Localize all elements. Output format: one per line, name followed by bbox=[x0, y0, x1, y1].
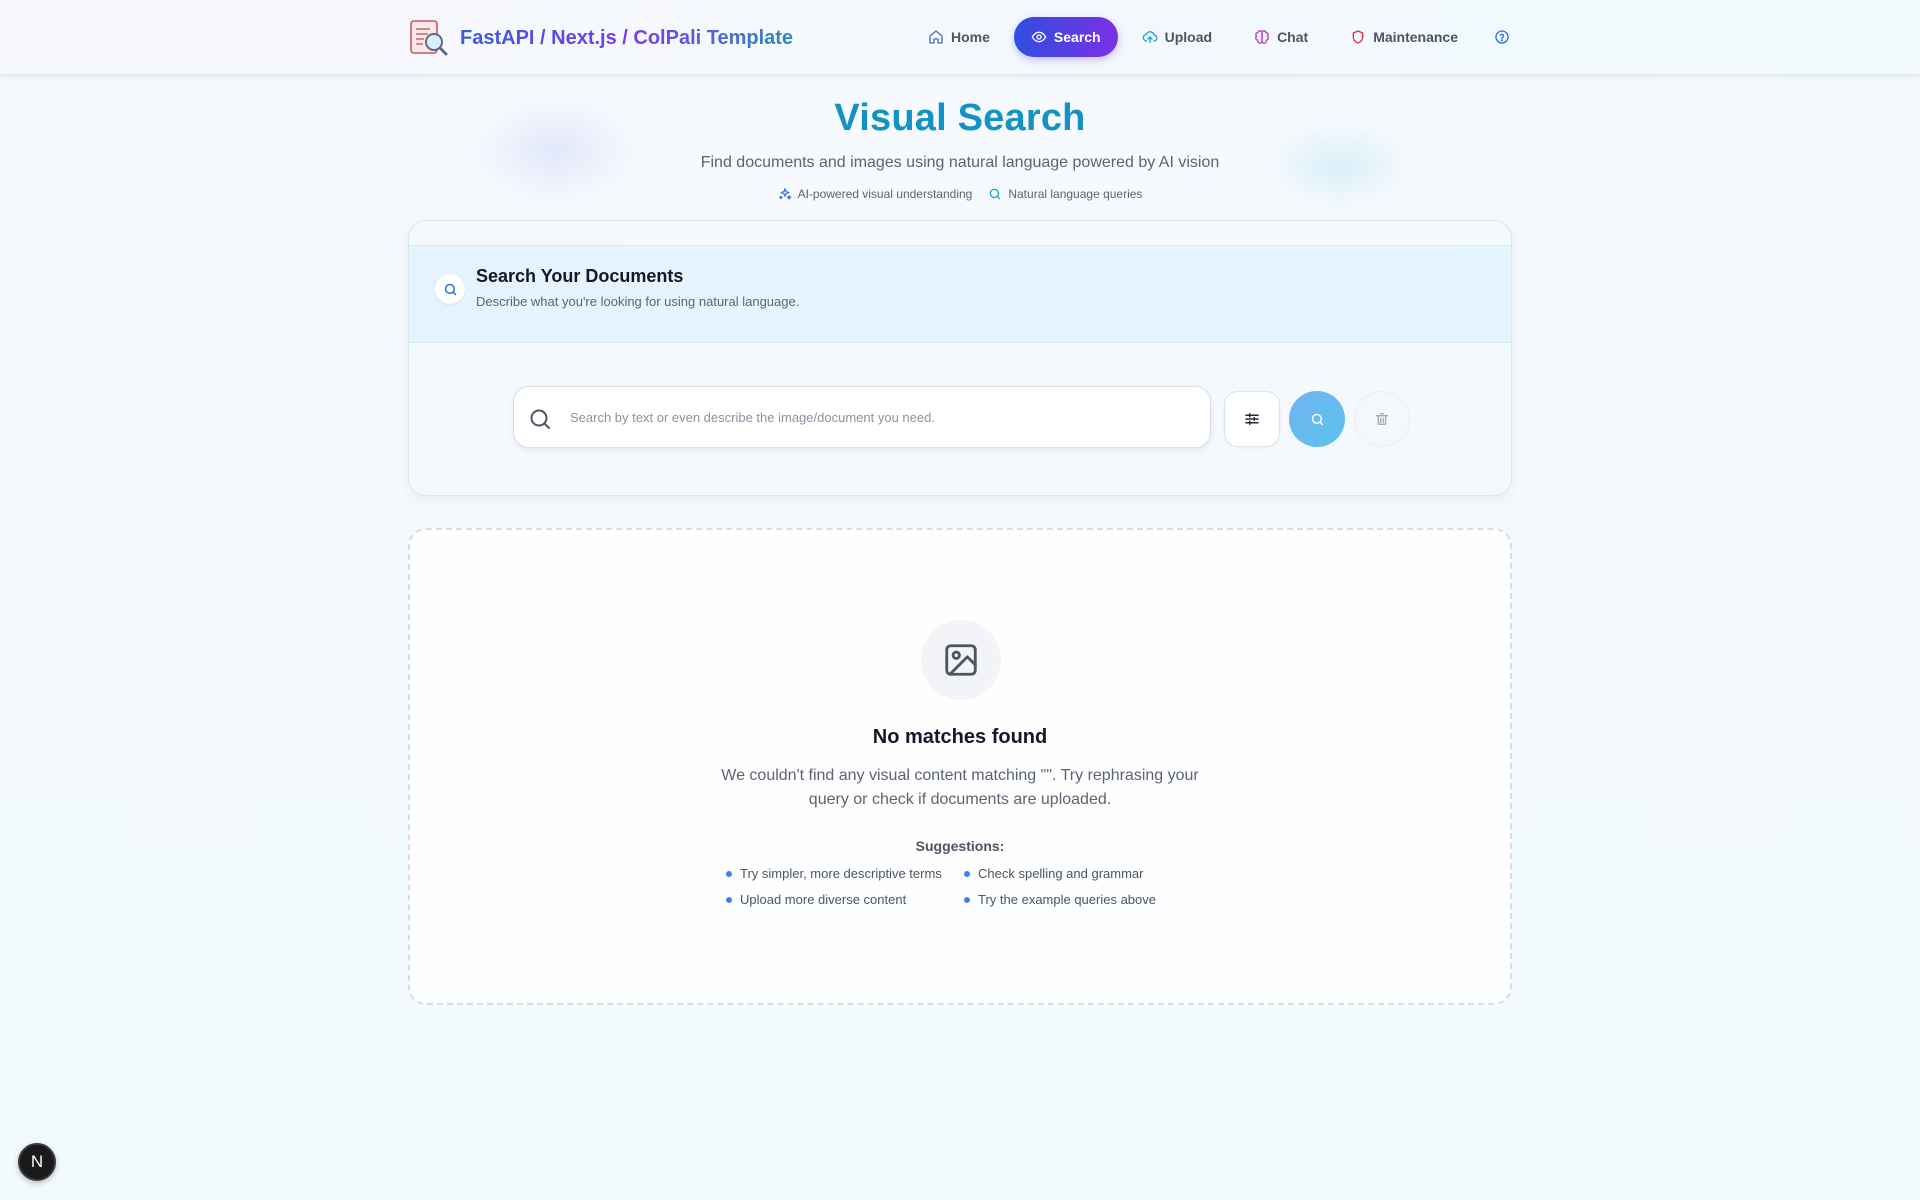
eye-icon bbox=[1031, 31, 1047, 43]
image-icon bbox=[945, 644, 977, 676]
search-box bbox=[513, 386, 1211, 448]
suggestions-list: Try simpler, more descriptive terms Chec… bbox=[726, 866, 1206, 907]
nav-home-label: Home bbox=[951, 29, 990, 45]
nav-maintenance[interactable]: Maintenance bbox=[1332, 17, 1476, 57]
suggestion-item: Upload more diverse content bbox=[726, 892, 964, 907]
nav-upload[interactable]: Upload bbox=[1124, 17, 1230, 57]
trash-icon bbox=[1376, 413, 1388, 425]
top-navbar: FastAPI / Next.js / ColPali Template Hom… bbox=[0, 0, 1920, 75]
search-input[interactable] bbox=[570, 387, 1190, 447]
search-icon bbox=[530, 409, 550, 429]
nextjs-dev-badge[interactable]: N bbox=[18, 1143, 56, 1181]
empty-results-panel: No matches found We couldn't find any vi… bbox=[408, 528, 1512, 1005]
hero-tag-nl-label: Natural language queries bbox=[1008, 187, 1143, 201]
main-nav: Home Search Upload Chat Maintenance bbox=[910, 17, 1522, 57]
hero-tag-nl: Natural language queries bbox=[988, 187, 1142, 201]
search-icon bbox=[990, 188, 1001, 200]
nav-chat[interactable]: Chat bbox=[1236, 17, 1326, 57]
search-card-title: Search Your Documents bbox=[476, 266, 684, 286]
sliders-icon bbox=[1245, 413, 1259, 425]
suggestion-text: Upload more diverse content bbox=[740, 892, 907, 907]
cloud-upload-icon bbox=[1142, 31, 1158, 43]
hero-tag-ai-label: AI-powered visual understanding bbox=[797, 187, 973, 201]
suggestion-item: Check spelling and grammar bbox=[964, 866, 1204, 881]
nav-home[interactable]: Home bbox=[910, 17, 1008, 57]
search-card-description: Describe what you're looking for using n… bbox=[476, 294, 800, 309]
help-button[interactable] bbox=[1482, 17, 1522, 57]
nav-upload-label: Upload bbox=[1164, 29, 1213, 45]
suggestion-item: Try the example queries above bbox=[964, 892, 1204, 907]
bullet-dot bbox=[964, 870, 970, 877]
help-circle-icon bbox=[1495, 30, 1509, 44]
empty-description: We couldn't find any visual content matc… bbox=[721, 767, 1199, 808]
nav-search[interactable]: Search bbox=[1013, 17, 1118, 57]
suggestion-text: Check spelling and grammar bbox=[978, 866, 1144, 881]
card-header-icon bbox=[435, 274, 465, 304]
suggestion-item: Try simpler, more descriptive terms bbox=[726, 866, 964, 881]
app-logo-icon bbox=[410, 20, 448, 56]
clear-search-button[interactable] bbox=[1354, 391, 1410, 447]
brain-icon bbox=[1255, 30, 1269, 44]
suggestions-title: Suggestions: bbox=[915, 838, 1005, 854]
brand-title: FastAPI / Next.js / ColPali Template bbox=[460, 26, 794, 49]
empty-title: No matches found bbox=[872, 726, 1048, 748]
bullet-dot bbox=[726, 896, 732, 903]
page-title: Visual Search bbox=[834, 97, 1086, 139]
search-card-header: Search Your Documents Describe what you'… bbox=[409, 245, 1511, 343]
hero-tags: AI-powered visual understanding Natural … bbox=[0, 187, 1920, 201]
hero-tag-ai: AI-powered visual understanding bbox=[778, 187, 973, 201]
nav-search-label: Search bbox=[1053, 29, 1101, 45]
shield-icon bbox=[1352, 30, 1364, 44]
search-icon bbox=[444, 283, 456, 295]
page-subtitle: Find documents and images using natural … bbox=[700, 154, 1220, 171]
empty-icon-wrap bbox=[921, 620, 1001, 700]
search-icon bbox=[1311, 413, 1323, 425]
suggestion-text: Try the example queries above bbox=[978, 892, 1157, 907]
filter-button[interactable] bbox=[1224, 391, 1280, 447]
sparkles-icon bbox=[778, 188, 791, 200]
search-card: Search Your Documents Describe what you'… bbox=[408, 220, 1512, 496]
suggestion-text: Try simpler, more descriptive terms bbox=[740, 866, 942, 881]
bullet-dot bbox=[726, 870, 732, 877]
nav-maintenance-label: Maintenance bbox=[1373, 29, 1458, 45]
brand[interactable]: FastAPI / Next.js / ColPali Template bbox=[408, 18, 793, 58]
home-icon bbox=[929, 30, 943, 44]
nav-chat-label: Chat bbox=[1277, 29, 1309, 45]
search-submit-button[interactable] bbox=[1289, 391, 1345, 447]
bullet-dot bbox=[964, 896, 970, 903]
